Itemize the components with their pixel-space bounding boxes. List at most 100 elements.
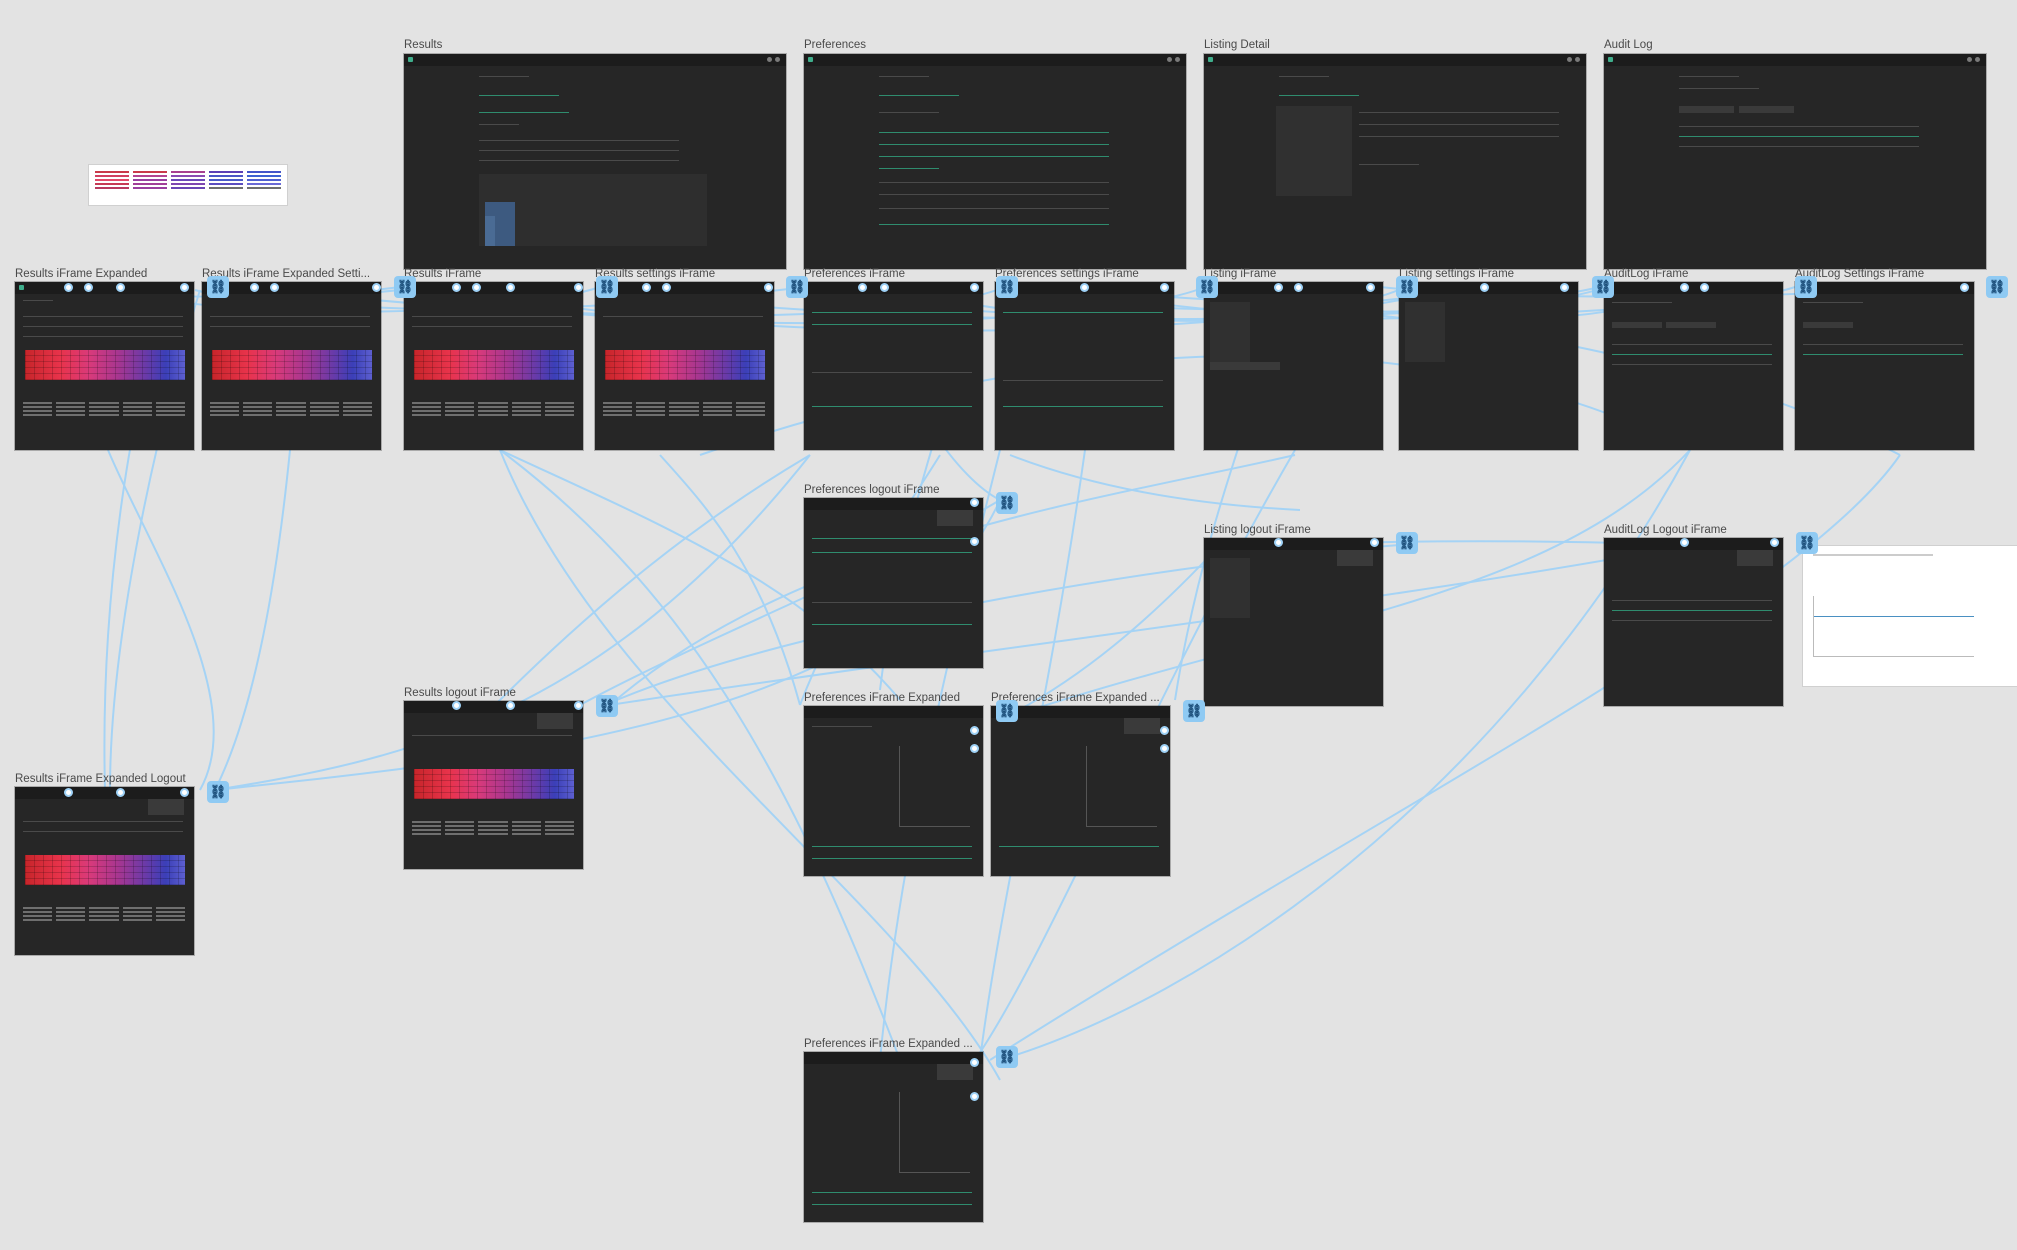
frame-preferences-settings-iframe[interactable] <box>995 282 1174 450</box>
link-icon[interactable]: ⛓ <box>596 276 618 298</box>
logout-popover[interactable] <box>937 510 973 526</box>
hotspot-node[interactable] <box>1366 283 1375 292</box>
frame-preferences-iframe-expanded-2[interactable] <box>991 706 1170 876</box>
logout-popover[interactable] <box>1337 550 1373 566</box>
tab-row[interactable] <box>879 95 959 96</box>
link-icon[interactable]: ⛓ <box>996 1046 1018 1068</box>
link-icon[interactable]: ⛓ <box>394 276 416 298</box>
preference-row[interactable] <box>879 224 1109 225</box>
link-icon[interactable]: ⛓ <box>207 276 229 298</box>
settings-icon[interactable] <box>1975 57 1980 62</box>
preference-row[interactable] <box>812 552 972 553</box>
preference-row[interactable] <box>999 846 1159 847</box>
dropdown-menu[interactable] <box>1210 362 1280 370</box>
hotspot-node[interactable] <box>452 283 461 292</box>
hotspot-node[interactable] <box>64 283 73 292</box>
hotspot-node[interactable] <box>1080 283 1089 292</box>
hotspot-node[interactable] <box>1680 283 1689 292</box>
preference-row[interactable] <box>879 156 1109 157</box>
hotspot-node[interactable] <box>180 283 189 292</box>
hotspot-node[interactable] <box>970 537 979 546</box>
frame-results-iframe-expanded[interactable] <box>15 282 194 450</box>
link-icon[interactable]: ⛓ <box>1592 276 1614 298</box>
hotspot-node[interactable] <box>1960 283 1969 292</box>
hotspot-node[interactable] <box>452 701 461 710</box>
frame-preferences-iframe-expanded[interactable] <box>804 706 983 876</box>
help-icon[interactable] <box>1167 57 1172 62</box>
settings-icon[interactable] <box>775 57 780 62</box>
preference-row[interactable] <box>879 168 939 169</box>
hotspot-node[interactable] <box>1560 283 1569 292</box>
frame-listing-iframe[interactable] <box>1204 282 1383 450</box>
hotspot-node[interactable] <box>1370 538 1379 547</box>
link-icon[interactable]: ⛓ <box>996 276 1018 298</box>
help-icon[interactable] <box>1567 57 1572 62</box>
link-icon[interactable]: ⛓ <box>786 276 808 298</box>
hotspot-node[interactable] <box>858 283 867 292</box>
logout-popover[interactable] <box>148 799 184 815</box>
hotspot-node[interactable] <box>880 283 889 292</box>
settings-icon[interactable] <box>1175 57 1180 62</box>
preference-row[interactable] <box>812 312 972 313</box>
filter-select[interactable] <box>1739 106 1794 113</box>
hotspot-node[interactable] <box>1160 283 1169 292</box>
hotspot-node[interactable] <box>1480 283 1489 292</box>
hotspot-node[interactable] <box>970 1058 979 1067</box>
hotspot-node[interactable] <box>506 283 515 292</box>
frame-auditlog-settings-iframe[interactable] <box>1795 282 1974 450</box>
preference-row[interactable] <box>812 846 972 847</box>
frame-results-settings-iframe[interactable] <box>595 282 774 450</box>
hotspot-node[interactable] <box>472 283 481 292</box>
frame-results-iframe-expanded-settings[interactable] <box>202 282 381 450</box>
hotspot-node[interactable] <box>970 744 979 753</box>
hotspot-node[interactable] <box>574 701 583 710</box>
hotspot-node[interactable] <box>1160 744 1169 753</box>
hotspot-node[interactable] <box>1274 283 1283 292</box>
frame-results-logout-iframe[interactable] <box>404 701 583 869</box>
hotspot-node[interactable] <box>1294 283 1303 292</box>
link-icon[interactable]: ⛓ <box>1396 276 1418 298</box>
hotspot-node[interactable] <box>64 788 73 797</box>
hotspot-node[interactable] <box>372 283 381 292</box>
frame-preferences-iframe[interactable] <box>804 282 983 450</box>
link-icon[interactable]: ⛓ <box>1396 532 1418 554</box>
tab-row[interactable] <box>1279 95 1359 96</box>
hotspot-node[interactable] <box>970 726 979 735</box>
link-icon[interactable]: ⛓ <box>996 492 1018 514</box>
hotspot-node[interactable] <box>642 283 651 292</box>
hotspot-node[interactable] <box>662 283 671 292</box>
frame-auditlog-logout-iframe[interactable] <box>1604 538 1783 706</box>
filter-select[interactable] <box>1679 106 1734 113</box>
frame-preferences-iframe-expanded-3[interactable] <box>804 1052 983 1222</box>
frame-results-iframe-expanded-logout[interactable] <box>15 787 194 955</box>
help-icon[interactable] <box>1967 57 1972 62</box>
preference-row[interactable] <box>879 144 1109 145</box>
hotspot-node[interactable] <box>84 283 93 292</box>
preference-row[interactable] <box>812 406 972 407</box>
frame-listing-detail[interactable] <box>1204 54 1586 269</box>
link-icon[interactable]: ⛓ <box>1986 276 2008 298</box>
help-icon[interactable] <box>767 57 772 62</box>
hotspot-node[interactable] <box>970 498 979 507</box>
settings-icon[interactable] <box>1575 57 1580 62</box>
frame-auditlog-iframe[interactable] <box>1604 282 1783 450</box>
frame-listing-logout-iframe[interactable] <box>1204 538 1383 706</box>
logout-popover[interactable] <box>537 713 573 729</box>
hotspot-node[interactable] <box>970 1092 979 1101</box>
hotspot-node[interactable] <box>250 283 259 292</box>
hotspot-node[interactable] <box>116 788 125 797</box>
hotspot-node[interactable] <box>970 283 979 292</box>
hotspot-node[interactable] <box>270 283 279 292</box>
hotspot-node[interactable] <box>180 788 189 797</box>
hotspot-node[interactable] <box>764 283 773 292</box>
logout-popover[interactable] <box>1124 718 1160 734</box>
frame-results-iframe[interactable] <box>404 282 583 450</box>
preference-row[interactable] <box>812 538 972 539</box>
preference-row[interactable] <box>812 624 972 625</box>
filter-select[interactable] <box>1803 322 1853 328</box>
hotspot-node[interactable] <box>1700 283 1709 292</box>
link-icon[interactable]: ⛓ <box>1796 532 1818 554</box>
preference-row[interactable] <box>812 858 972 859</box>
hotspot-node[interactable] <box>1770 538 1779 547</box>
tab-row[interactable] <box>479 95 559 96</box>
